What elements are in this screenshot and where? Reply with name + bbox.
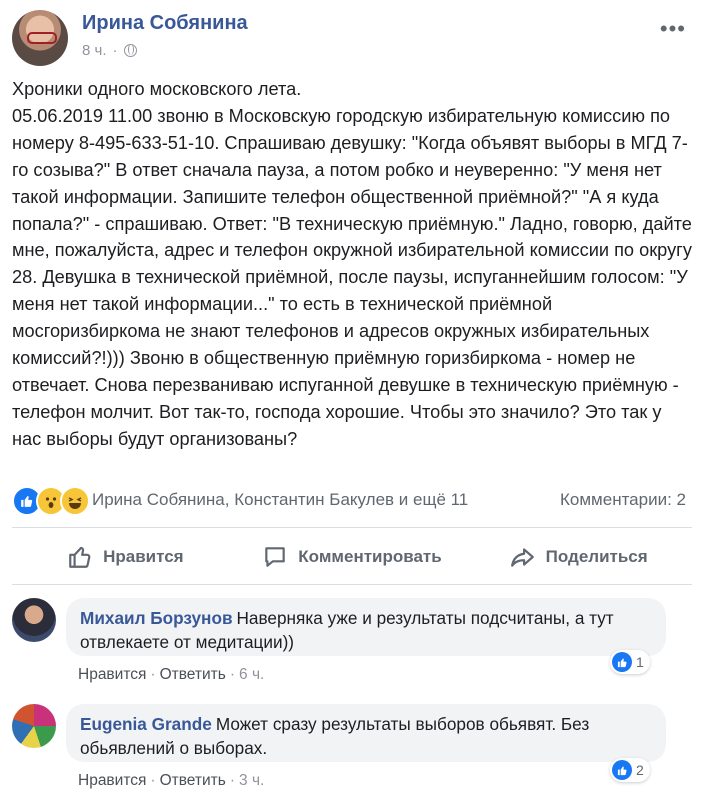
comment-like-count[interactable]: 1 — [610, 650, 650, 674]
comment-like-link[interactable]: Нравится — [78, 666, 146, 683]
comment: Eugenia Grande Может сразу результаты выб… — [12, 704, 692, 794]
post-actions: Нравится Комментировать Поделиться — [12, 530, 692, 584]
globe-icon[interactable] — [123, 44, 137, 57]
share-button-label: Поделиться — [545, 547, 648, 566]
comment-like-link[interactable]: Нравится — [78, 772, 146, 789]
post-text: Хроники одного московского лета. 05.06.2… — [12, 79, 692, 449]
post-header: Ирина Собянина 8 ч. · ••• — [12, 8, 692, 66]
comment-count[interactable]: Комментарии: 2 — [560, 490, 686, 510]
comment-bubble: Михаил Борзунов Наверняка уже и результат… — [66, 598, 666, 656]
comment-button[interactable]: Комментировать — [239, 530, 466, 584]
more-options-icon[interactable]: ••• — [660, 16, 686, 42]
author-name[interactable]: Ирина Собянина — [82, 12, 248, 35]
commenter-avatar[interactable] — [12, 704, 56, 748]
comment-reply-link[interactable]: Ответить — [160, 666, 226, 683]
commenter-name[interactable]: Михаил Борзунов — [80, 608, 233, 628]
comment: Михаил Борзунов Наверняка уже и результат… — [12, 598, 692, 690]
share-button[interactable]: Поделиться — [465, 530, 692, 584]
author-avatar[interactable] — [12, 10, 68, 66]
comment-reply-link[interactable]: Ответить — [160, 772, 226, 789]
like-icon — [612, 652, 632, 672]
comment-button-label: Комментировать — [298, 547, 442, 566]
comment-actions: Нравится · Ответить · 6 ч. — [78, 666, 265, 683]
like-icon — [612, 760, 632, 780]
divider — [12, 527, 692, 528]
comment-actions: Нравится · Ответить · 3 ч. — [78, 772, 265, 789]
comment-like-count[interactable]: 2 — [610, 758, 650, 782]
speech-bubble-icon — [265, 547, 286, 567]
thumbs-up-icon — [69, 546, 91, 568]
post-meta: 8 ч. · — [82, 42, 137, 59]
comment-time[interactable]: 3 ч. — [239, 772, 264, 789]
like-button-label: Нравится — [103, 547, 184, 566]
comment-bubble: Eugenia Grande Может сразу результаты выб… — [66, 704, 666, 762]
post-time[interactable]: 8 ч. — [82, 42, 107, 59]
commenter-avatar[interactable] — [12, 598, 56, 642]
comment-time[interactable]: 6 ч. — [239, 666, 264, 683]
reaction-icons[interactable] — [12, 486, 90, 516]
haha-icon — [60, 486, 90, 516]
reaction-names[interactable]: Ирина Собянина, Константин Бакулев и ещё… — [92, 490, 468, 510]
divider — [12, 584, 692, 585]
commenter-name[interactable]: Eugenia Grande — [80, 714, 212, 734]
like-button[interactable]: Нравится — [12, 530, 239, 584]
reactions-bar: Ирина Собянина, Константин Бакулев и ещё… — [12, 486, 692, 516]
share-arrow-icon — [510, 548, 534, 567]
